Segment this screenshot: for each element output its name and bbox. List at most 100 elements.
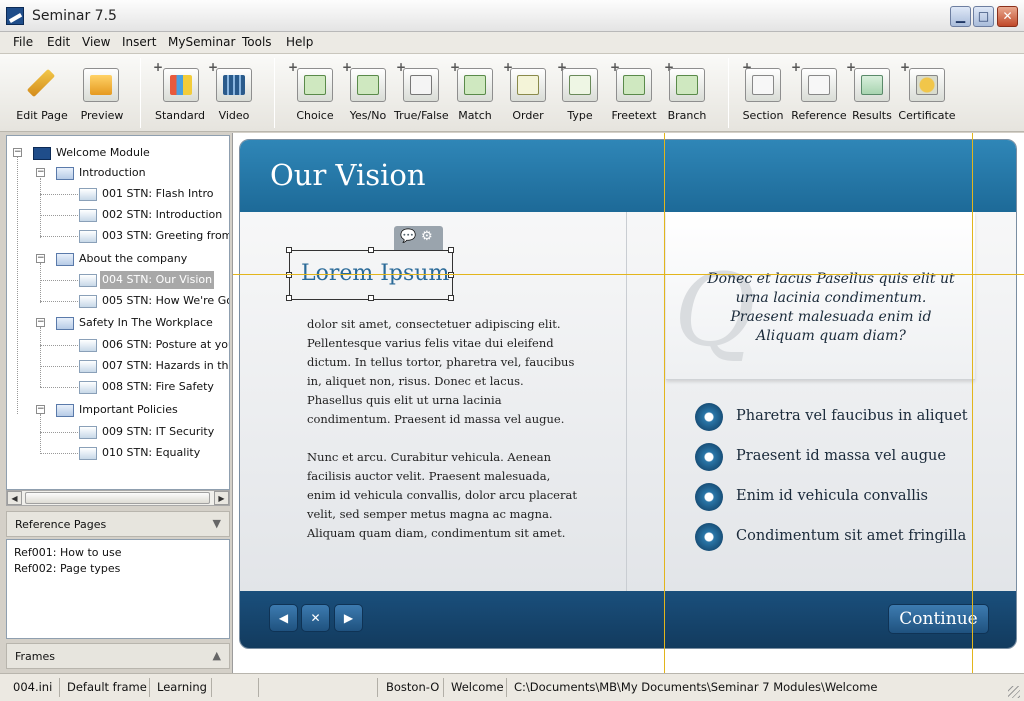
branch-button[interactable]: Branch <box>662 54 712 132</box>
menu-insert[interactable]: Insert <box>122 35 156 49</box>
resize-grip[interactable] <box>1008 686 1020 698</box>
tree-item-section[interactable]: − About the company <box>11 250 221 268</box>
order-button[interactable]: Order <box>505 54 551 132</box>
tree-item-page[interactable]: 001 STN: Flash Intro <box>11 185 229 203</box>
collapse-icon[interactable]: − <box>13 148 22 157</box>
tree-item-page-selected[interactable]: 004 STN: Our Vision <box>11 271 229 289</box>
section-icon <box>56 253 74 266</box>
page-icon <box>79 274 97 287</box>
scroll-right-icon[interactable]: ▶ <box>214 491 229 505</box>
preview-icon <box>83 68 119 102</box>
list-item[interactable]: Praesent id massa vel augue <box>695 443 1015 471</box>
results-button[interactable]: Results <box>848 54 896 132</box>
list-item[interactable]: Ref001: How to use <box>14 546 122 559</box>
certificate-button[interactable]: Certificate <box>898 54 956 132</box>
video-button[interactable]: Video <box>210 54 258 132</box>
list-item[interactable]: Condimentum sit amet fringilla <box>695 523 1015 551</box>
tree-item-page[interactable]: 006 STN: Posture at your <box>11 336 229 354</box>
tree-item-section[interactable]: − Safety In The Workplace <box>11 314 221 332</box>
menu-view[interactable]: View <box>82 35 110 49</box>
menu-bar: File Edit View Insert MySeminar Tools He… <box>0 32 1024 54</box>
list-item[interactable]: Pharetra vel faucibus in aliquet <box>695 403 1015 431</box>
menu-help[interactable]: Help <box>286 35 313 49</box>
close-button[interactable]: ✕ <box>997 6 1018 27</box>
edit-page-button[interactable]: Edit Page <box>10 54 74 132</box>
exit-button[interactable]: ✕ <box>301 604 330 632</box>
body-paragraph[interactable]: dolor sit amet, consectetuer adipiscing … <box>307 315 577 429</box>
bullet-icon <box>695 483 723 511</box>
collapse-icon[interactable]: − <box>36 405 45 414</box>
section-icon <box>56 317 74 330</box>
match-button[interactable]: Match <box>452 54 498 132</box>
list-item[interactable]: Enim id vehicula convallis <box>695 483 1015 511</box>
comment-icon[interactable]: 💬 <box>400 229 416 244</box>
section-icon <box>56 404 74 417</box>
certificate-icon <box>909 68 945 102</box>
slide-footer: ◀ ✕ ▶ Continue <box>240 591 1016 648</box>
tree-horizontal-scrollbar[interactable]: ◀ ▶ <box>6 490 230 506</box>
slide-title[interactable]: Our Vision <box>270 158 426 192</box>
slide-header: Our Vision <box>240 140 1016 212</box>
menu-myseminar[interactable]: MySeminar <box>168 35 235 49</box>
frames-header[interactable]: Frames ▲ <box>6 643 230 669</box>
list-item[interactable]: Ref002: Page types <box>14 562 120 575</box>
page-icon <box>79 295 97 308</box>
results-icon <box>854 68 890 102</box>
page-icon <box>79 447 97 460</box>
menu-tools[interactable]: Tools <box>242 35 272 49</box>
status-category: Learning <box>157 680 207 694</box>
collapse-icon[interactable]: − <box>36 254 45 263</box>
tree-item-page[interactable]: 009 STN: IT Security <box>11 423 229 441</box>
bullet-icon <box>695 523 723 551</box>
true-false-icon <box>403 68 439 102</box>
choice-button[interactable]: Choice <box>290 54 340 132</box>
scroll-left-icon[interactable]: ◀ <box>7 491 22 505</box>
freetext-button[interactable]: Freetext <box>606 54 662 132</box>
guide-line[interactable] <box>664 133 665 673</box>
tree-item-page[interactable]: 010 STN: Equality <box>11 444 229 462</box>
tree-item-page[interactable]: 007 STN: Hazards in the ( <box>11 357 229 375</box>
tree-item-page[interactable]: 005 STN: How We're Goin <box>11 292 229 310</box>
tree-item-page[interactable]: 003 STN: Greeting from C <box>11 227 229 245</box>
type-button[interactable]: Type <box>557 54 603 132</box>
scroll-thumb[interactable] <box>25 492 210 504</box>
yesno-button[interactable]: Yes/No <box>344 54 392 132</box>
truefalse-button[interactable]: True/False <box>394 54 449 132</box>
preview-button[interactable]: Preview <box>76 54 128 132</box>
collapse-icon[interactable]: − <box>36 168 45 177</box>
gear-icon[interactable]: ⚙ <box>421 229 433 244</box>
section-button[interactable]: Section <box>740 54 786 132</box>
body-paragraph[interactable]: Nunc et arcu. Curabitur vehicula. Aenean… <box>307 448 577 543</box>
reference-pages-header[interactable]: Reference Pages ▼ <box>6 511 230 537</box>
module-icon <box>33 147 51 160</box>
section-icon <box>56 167 74 180</box>
selected-text-box[interactable]: Lorem Ipsum <box>286 247 454 301</box>
next-button[interactable]: ▶ <box>334 604 363 632</box>
chevron-up-icon[interactable]: ▲ <box>213 649 221 662</box>
page-icon <box>79 426 97 439</box>
tree-item-section[interactable]: − Introduction <box>11 164 221 182</box>
menu-file[interactable]: File <box>13 35 33 49</box>
status-file: 004.ini <box>13 680 53 694</box>
tree-item-page[interactable]: 002 STN: Introduction <box>11 206 229 224</box>
continue-button[interactable]: Continue <box>888 604 989 634</box>
title-bar: Seminar 7.5 ▁ □ ✕ <box>0 0 1024 32</box>
slide: Our Vision 💬 ⚙ Lorem Ipsum dolor sit ame… <box>239 139 1017 649</box>
standard-button[interactable]: Standard <box>154 54 206 132</box>
minimize-button[interactable]: ▁ <box>950 6 971 27</box>
chevron-down-icon[interactable]: ▼ <box>213 517 221 530</box>
quote-box[interactable]: Q Donec et lacus Pasellus quis elit ut u… <box>666 212 975 380</box>
tree-item-section[interactable]: − Important Policies <box>11 401 221 419</box>
maximize-button[interactable]: □ <box>973 6 994 27</box>
guide-line[interactable] <box>972 133 973 673</box>
type-icon <box>562 68 598 102</box>
tree-item-root[interactable]: − Welcome Module <box>11 144 221 162</box>
guide-line[interactable] <box>233 274 1024 275</box>
reference-button[interactable]: Reference <box>790 54 848 132</box>
tree-item-page[interactable]: 008 STN: Fire Safety <box>11 378 229 396</box>
collapse-icon[interactable]: − <box>36 318 45 327</box>
menu-edit[interactable]: Edit <box>47 35 70 49</box>
prev-button[interactable]: ◀ <box>269 604 298 632</box>
reference-pages-list: Ref001: How to use Ref002: Page types <box>6 539 230 639</box>
quote-text: Donec et lacus Pasellus quis elit ut urn… <box>707 271 955 344</box>
